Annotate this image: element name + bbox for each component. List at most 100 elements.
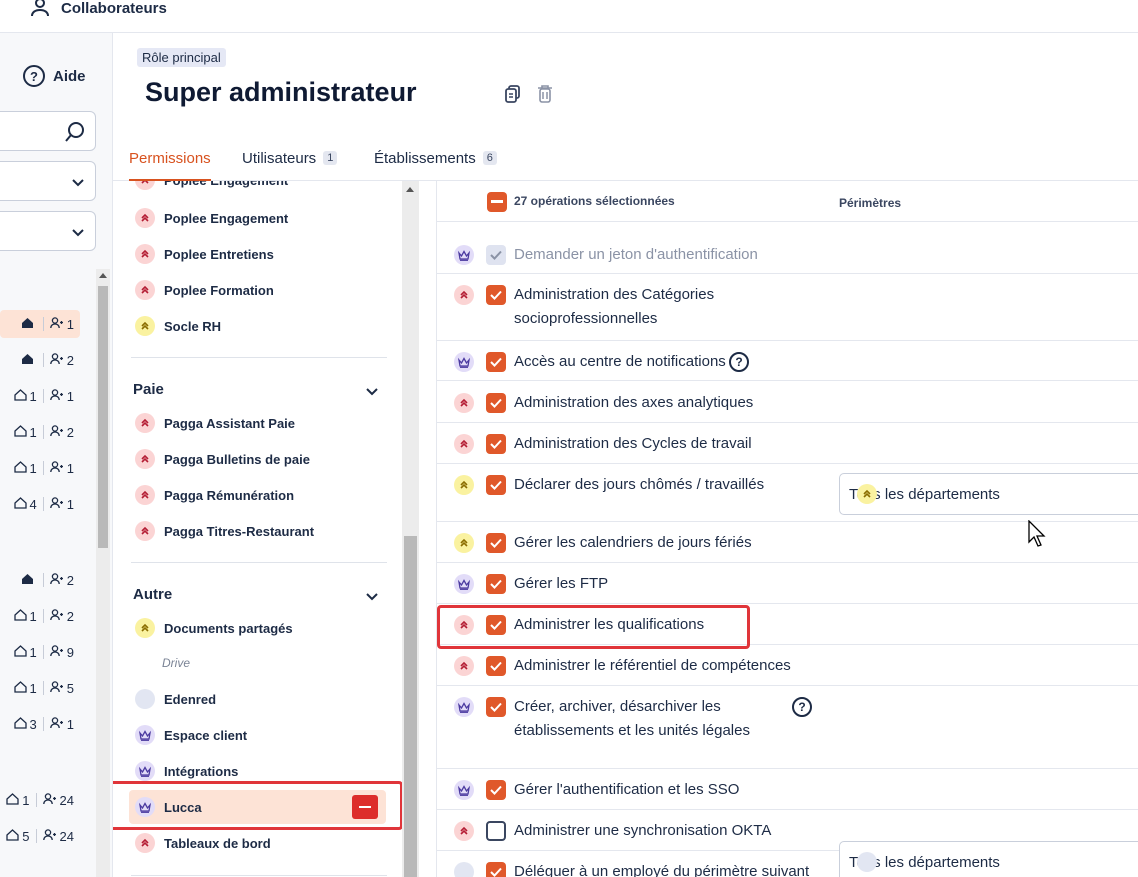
- sidebar-row[interactable]: 12: [0, 418, 80, 446]
- help-link[interactable]: ? Aide: [23, 65, 86, 87]
- scroll-up-arrow-icon[interactable]: [99, 273, 107, 278]
- checked-checkbox[interactable]: [486, 697, 506, 717]
- sidebar-row[interactable]: 2: [0, 566, 80, 594]
- module-chevrons-icon: [454, 533, 474, 553]
- module-item[interactable]: Pagga Assistant Paie: [135, 410, 295, 436]
- user-count: 1: [49, 497, 74, 512]
- sidebar-row[interactable]: 15: [0, 674, 80, 702]
- help-icon[interactable]: ?: [792, 697, 812, 717]
- checked-checkbox[interactable]: [486, 352, 506, 372]
- tab-label: Permissions: [129, 149, 211, 167]
- module-item[interactable]: Documents partagés: [135, 615, 293, 641]
- tab-label: Utilisateurs: [242, 149, 317, 167]
- users-icon: [49, 424, 64, 440]
- module-label: Poplee Engagement: [164, 181, 288, 188]
- operation-label: Administration des Catégories socioprofe…: [514, 286, 715, 327]
- tab-etablissements[interactable]: Établissements 6: [374, 145, 497, 171]
- sidebar-row[interactable]: 12: [0, 602, 80, 630]
- tab-utilisateurs[interactable]: Utilisateurs 1: [242, 145, 338, 171]
- search-input[interactable]: [0, 111, 96, 151]
- operation-row: Gérer l'authentification et les SSO: [437, 769, 1138, 810]
- checked-checkbox[interactable]: [486, 574, 506, 594]
- checked-checkbox[interactable]: [486, 475, 506, 495]
- filter-select-1[interactable]: [0, 161, 96, 201]
- home-icon: [13, 716, 27, 732]
- left-scrollbar[interactable]: [96, 269, 110, 877]
- help-icon: ?: [23, 65, 45, 87]
- home-icon: [21, 353, 34, 368]
- users-count: 1: [66, 316, 74, 332]
- group-heading-autre[interactable]: Autre: [133, 586, 172, 603]
- crown-icon: [454, 245, 474, 265]
- checked-checkbox[interactable]: [486, 533, 506, 553]
- establishment-count: 1: [13, 389, 37, 404]
- home-count: 1: [22, 792, 30, 808]
- module-list-scrollbar[interactable]: [402, 181, 419, 877]
- sidebar-row[interactable]: 1: [0, 310, 80, 338]
- module-label: Socle RH: [164, 318, 222, 334]
- operation-label: Créer, archiver, désarchiver les établis…: [514, 698, 750, 739]
- module-dot-icon: [135, 689, 155, 709]
- module-item[interactable]: Poplee Formation: [135, 277, 274, 303]
- module-list-scrollbar-thumb[interactable]: [404, 536, 417, 877]
- filter-select-2[interactable]: [0, 211, 96, 251]
- checked-checkbox[interactable]: [486, 285, 506, 305]
- scope-select[interactable]: Tous les départements: [839, 473, 1138, 515]
- chevron-down-icon[interactable]: [365, 589, 379, 607]
- scope-select[interactable]: Tous les départements: [839, 841, 1138, 877]
- checked-checkbox[interactable]: [486, 862, 506, 877]
- checked-checkbox[interactable]: [486, 780, 506, 800]
- module-item[interactable]: Espace client: [135, 722, 247, 748]
- trash-icon[interactable]: [537, 84, 553, 108]
- establishment-count: 1: [13, 681, 37, 696]
- sidebar-row[interactable]: 31: [0, 710, 80, 738]
- users-icon: [49, 680, 64, 696]
- module-chevrons-icon: [135, 208, 155, 228]
- tab-permissions[interactable]: Permissions: [129, 145, 211, 181]
- module-item[interactable]: Poplee Entretiens: [135, 241, 274, 267]
- chevron-down-icon[interactable]: [365, 384, 379, 402]
- module-label: Poplee Engagement: [164, 210, 289, 226]
- scroll-up-arrow-icon[interactable]: [406, 187, 414, 192]
- unchecked-checkbox[interactable]: [486, 821, 506, 841]
- sidebar-row[interactable]: 2: [0, 346, 80, 374]
- copy-icon[interactable]: [505, 85, 521, 108]
- module-item[interactable]: Poplee Engagement: [135, 205, 288, 231]
- users-count: 2: [66, 424, 74, 440]
- users-icon: [42, 792, 57, 808]
- operation-label: Accès au centre de notifications: [514, 353, 726, 370]
- module-item[interactable]: Pagga Bulletins de paie: [135, 446, 310, 472]
- module-item[interactable]: Pagga Rémunération: [135, 482, 294, 508]
- module-chevrons-icon: [454, 285, 474, 305]
- role-badge: Rôle principal: [137, 48, 226, 67]
- divider: [42, 573, 44, 587]
- module-label: Poplee Formation: [164, 282, 274, 298]
- checked-checkbox[interactable]: [486, 656, 506, 676]
- group-heading-paie[interactable]: Paie: [133, 381, 164, 398]
- sidebar-row[interactable]: 1 24: [0, 786, 80, 814]
- sidebar-row[interactable]: 5 24: [0, 822, 80, 850]
- sidebar-row[interactable]: 11: [0, 454, 80, 482]
- home-count: 3: [29, 716, 37, 732]
- help-icon[interactable]: ?: [729, 352, 749, 372]
- module-item[interactable]: Tableaux de bord: [135, 830, 271, 856]
- users-icon: [49, 352, 64, 368]
- crown-icon: [454, 574, 474, 594]
- divider: [42, 497, 44, 511]
- sidebar-row[interactable]: 19: [0, 638, 80, 666]
- module-item[interactable]: Poplee Engagement: [135, 181, 288, 193]
- sidebar-row[interactable]: 11: [0, 382, 80, 410]
- left-scrollbar-thumb[interactable]: [98, 286, 108, 548]
- module-item[interactable]: Edenred: [135, 686, 216, 712]
- module-item[interactable]: Pagga Titres-Restaurant: [135, 518, 314, 544]
- sidebar-row[interactable]: 41: [0, 490, 80, 518]
- search-icon: [65, 122, 85, 147]
- select-all-checkbox[interactable]: [487, 192, 507, 212]
- checked-checkbox[interactable]: [486, 393, 506, 413]
- module-label: Pagga Titres-Restaurant: [164, 523, 315, 539]
- users-icon: [49, 572, 64, 588]
- establishment-count: 1: [13, 461, 37, 476]
- checked-checkbox[interactable]: [486, 434, 506, 454]
- module-item[interactable]: Socle RH: [135, 313, 221, 339]
- module-label: Intégrations: [164, 763, 239, 779]
